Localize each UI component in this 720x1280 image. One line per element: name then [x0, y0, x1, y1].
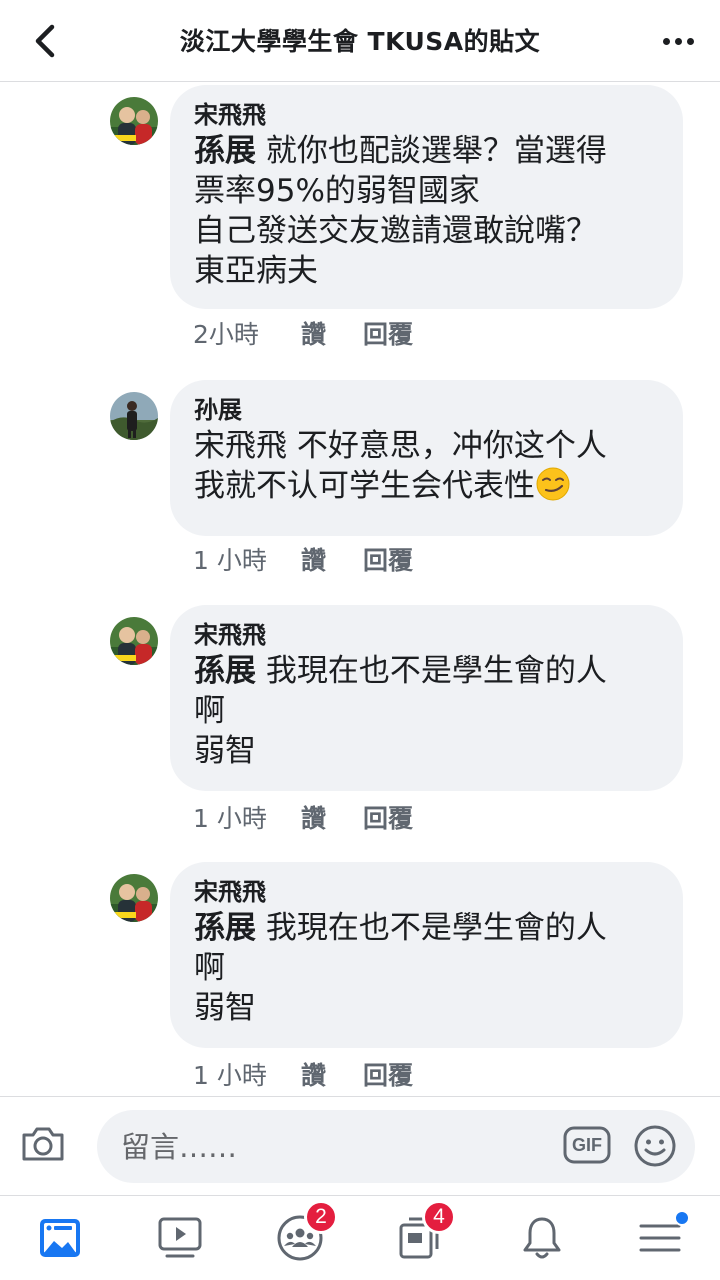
smiley-icon [634, 1125, 676, 1167]
tab-notifications[interactable] [512, 1208, 572, 1268]
mention-link[interactable]: 孫展 [194, 653, 256, 689]
like-button[interactable]: 讚 [301, 799, 363, 835]
like-button[interactable]: 讚 [301, 315, 363, 351]
comment-actions: 1 小時 讚 回覆 [193, 541, 413, 577]
top-bar: 淡江大學學生會 TKUSA的貼文 [0, 0, 720, 82]
groups-badge: 2 [304, 1200, 338, 1234]
news-feed-icon [40, 1219, 80, 1257]
avatar-photo-icon [110, 617, 158, 665]
avatar[interactable] [110, 97, 158, 145]
more-dot-icon [662, 37, 670, 45]
comment-time[interactable]: 2小時 [193, 315, 301, 351]
comment-text-first-line: 就你也配談選舉？當選得 [256, 133, 607, 169]
comment-author[interactable]: 孙展 [194, 394, 659, 426]
page-title: 淡江大學學生會 TKUSA的貼文 [179, 27, 541, 56]
more-options-button[interactable] [658, 24, 698, 58]
gif-button[interactable]: GIF [563, 1125, 611, 1165]
mention-link[interactable]: 孫展 [194, 133, 256, 169]
comment-time[interactable]: 1 小時 [193, 1056, 301, 1092]
reply-button[interactable]: 回覆 [363, 1056, 413, 1092]
comment-bubble[interactable]: 宋飛飛 孫展 我現在也不是學生會的人 啊 弱智 [170, 862, 683, 1048]
comment-text-body: 啊 弱智 [194, 950, 256, 1026]
comment-text-first-line: 我現在也不是學生會的人 [256, 653, 607, 689]
like-button[interactable]: 讚 [301, 541, 363, 577]
comment-text: 孫展 我現在也不是學生會的人 啊 弱智 [194, 651, 659, 771]
comment-text-body: 我就不认可学生会代表性 [194, 468, 535, 504]
comment-bubble[interactable]: 孙展 宋飛飛 不好意思，冲你这个人 我就不认可学生会代表性 [170, 380, 683, 536]
comment-time[interactable]: 1 小時 [193, 541, 301, 577]
more-dot-icon [686, 37, 694, 45]
comment-text: 宋飛飛 不好意思，冲你这个人 我就不认可学生会代表性 [194, 426, 659, 506]
comment-text-body: 票率95%的弱智國家 自己發送交友邀請還敢說嘴？ 東亞病夫 [194, 173, 597, 289]
gif-label: GIF [572, 1134, 602, 1155]
smirk-emoji-icon [536, 467, 570, 501]
bottom-nav: 2 4 [0, 1195, 720, 1280]
tab-watch[interactable] [150, 1208, 210, 1268]
comment-text: 孫展 我現在也不是學生會的人 啊 弱智 [194, 908, 659, 1028]
sticker-button[interactable] [632, 1123, 678, 1169]
comment-bubble[interactable]: 宋飛飛 孫展 就你也配談選舉？當選得 票率95%的弱智國家 自己發送交友邀請還敢… [170, 85, 683, 309]
tab-pages[interactable]: 4 [390, 1200, 456, 1268]
comment-author[interactable]: 宋飛飛 [194, 99, 659, 131]
reply-button[interactable]: 回覆 [363, 799, 413, 835]
comment-text-first-line: 宋飛飛 不好意思，冲你这个人 [194, 428, 607, 464]
bell-icon [523, 1217, 561, 1259]
comment-time[interactable]: 1 小時 [193, 799, 301, 835]
avatar[interactable] [110, 392, 158, 440]
comment-actions: 1 小時 讚 回覆 [193, 1056, 413, 1092]
avatar-photo-icon [110, 392, 158, 440]
comment-composer: GIF [0, 1096, 720, 1194]
avatar-photo-icon [110, 874, 158, 922]
comment-actions: 2小時 讚 回覆 [193, 315, 413, 351]
avatar-photo-icon [110, 97, 158, 145]
reply-button[interactable]: 回覆 [363, 541, 413, 577]
comment-text: 孫展 就你也配談選舉？當選得 票率95%的弱智國家 自己發送交友邀請還敢說嘴？ … [194, 131, 659, 291]
menu-notification-dot [674, 1210, 690, 1226]
comment-author[interactable]: 宋飛飛 [194, 619, 659, 651]
video-play-icon [158, 1217, 202, 1258]
reply-button[interactable]: 回覆 [363, 315, 413, 351]
tab-menu[interactable] [630, 1208, 690, 1268]
comment-author[interactable]: 宋飛飛 [194, 876, 659, 908]
more-dot-icon [674, 37, 682, 45]
camera-icon [22, 1127, 64, 1161]
tab-news-feed[interactable] [30, 1208, 90, 1268]
comment-bubble[interactable]: 宋飛飛 孫展 我現在也不是學生會的人 啊 弱智 [170, 605, 683, 791]
like-button[interactable]: 讚 [301, 1056, 363, 1092]
camera-button[interactable] [18, 1119, 68, 1169]
comment-text-body: 啊 弱智 [194, 693, 256, 769]
avatar[interactable] [110, 874, 158, 922]
comment-list: 宋飛飛 孫展 就你也配談選舉？當選得 票率95%的弱智國家 自己發送交友邀請還敢… [0, 83, 720, 1095]
mention-link[interactable]: 孫展 [194, 910, 256, 946]
avatar[interactable] [110, 617, 158, 665]
pages-badge: 4 [422, 1200, 456, 1234]
tab-groups[interactable]: 2 [270, 1200, 338, 1268]
comment-actions: 1 小時 讚 回覆 [193, 799, 413, 835]
comment-text-first-line: 我現在也不是學生會的人 [256, 910, 607, 946]
